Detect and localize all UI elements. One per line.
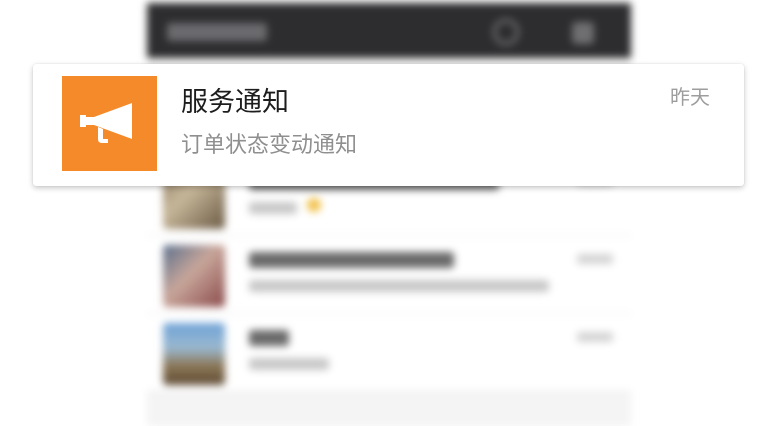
background-chat-row	[147, 314, 631, 392]
notification-time: 昨天	[670, 85, 710, 109]
background-add-icon	[572, 22, 594, 44]
background-time-placeholder	[577, 332, 613, 342]
service-notification-app-icon	[62, 76, 157, 171]
background-search-icon	[493, 19, 519, 45]
background-avatar	[163, 323, 225, 385]
background-time-placeholder	[577, 254, 613, 264]
background-emoji-icon	[307, 198, 321, 212]
megaphone-icon	[80, 103, 132, 143]
background-top-bar	[147, 3, 631, 58]
screen: 服务通知 订单状态变动通知 昨天	[0, 0, 778, 426]
background-name-placeholder	[249, 252, 454, 268]
background-message-placeholder	[249, 358, 329, 370]
background-message-placeholder	[249, 202, 297, 214]
background-avatar	[163, 245, 225, 307]
service-notification-banner[interactable]: 服务通知 订单状态变动通知 昨天	[33, 64, 744, 186]
background-title-placeholder	[167, 23, 267, 41]
background-message-placeholder	[249, 280, 549, 292]
background-name-placeholder	[249, 330, 289, 346]
notification-message: 订单状态变动通知	[181, 133, 358, 158]
background-chat-row	[147, 236, 631, 314]
notification-title: 服务通知	[181, 87, 289, 118]
